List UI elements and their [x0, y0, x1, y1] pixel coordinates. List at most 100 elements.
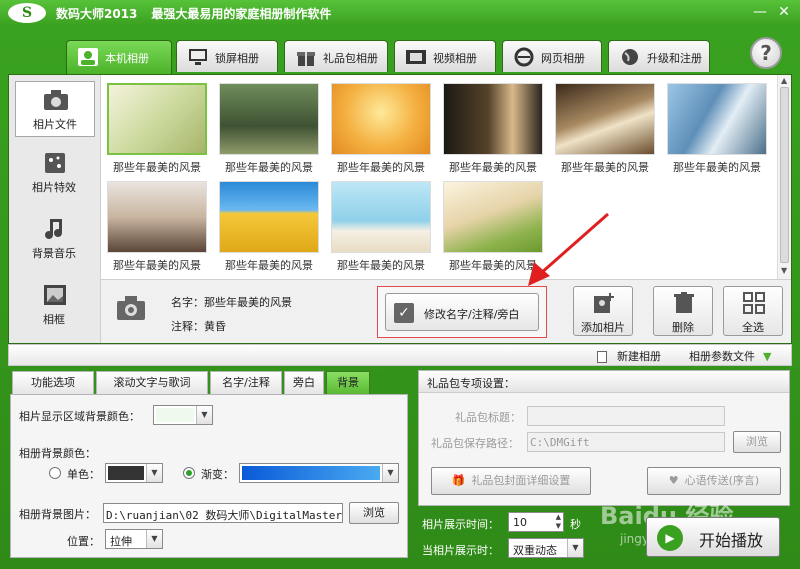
- params-label: 相册参数文件: [689, 350, 755, 363]
- heart-message-button[interactable]: ♥ 心语传送(序言): [647, 467, 781, 495]
- photo-caption: 那些年最美的风景: [113, 161, 201, 174]
- stepper-arrows-icon[interactable]: ▲ ▼: [556, 513, 561, 531]
- photo-thumb[interactable]: 那些年最美的风景: [665, 81, 769, 174]
- sidebar-item-background-music[interactable]: 背景音乐: [15, 211, 95, 267]
- gradient-color-picker[interactable]: ▼: [239, 463, 399, 483]
- new-album-button[interactable]: 新建相册: [597, 348, 661, 364]
- tab-name-note[interactable]: 名字/注释: [210, 371, 282, 395]
- photo-image: [219, 181, 319, 253]
- tab-narration[interactable]: 旁白: [284, 371, 324, 395]
- delete-button[interactable]: 删除: [653, 286, 713, 336]
- checkmark-icon: ✓: [394, 303, 414, 323]
- solid-color-picker[interactable]: ▼: [105, 463, 163, 483]
- photo-thumb[interactable]: 那些年最美的风景: [441, 81, 545, 174]
- gift-path-input[interactable]: C:\DMGift: [527, 432, 725, 452]
- dropdown-arrow-icon: ▼: [763, 350, 772, 363]
- bg-image-path-input[interactable]: D:\ruanjian\02 数码大师\DigitalMaster\B: [103, 503, 343, 523]
- tab-background[interactable]: 背景: [326, 371, 370, 395]
- album-params-dropdown[interactable]: 相册参数文件 ▼: [689, 348, 771, 364]
- app-logo: S: [8, 3, 46, 23]
- photo-image: [443, 83, 543, 155]
- gift-icon: [297, 52, 315, 66]
- solid-color-radio[interactable]: [49, 467, 61, 479]
- photo-thumb[interactable]: 那些年最美的风景: [553, 81, 657, 174]
- gallery-scrollbar[interactable]: ▲ ▼: [777, 75, 791, 279]
- sidebar-item-photo-files[interactable]: 相片文件: [15, 81, 95, 137]
- tab-lockscreen-album[interactable]: 锁屏相册: [176, 40, 278, 72]
- tab-scroll-text-lyrics[interactable]: 滚动文字与歌词: [96, 371, 208, 395]
- tab-label: 本机相册: [105, 52, 149, 65]
- new-album-label: 新建相册: [617, 350, 661, 363]
- gradient-radio[interactable]: [183, 467, 195, 479]
- photo-thumb[interactable]: 那些年最美的风景: [217, 81, 321, 174]
- tab-web-album[interactable]: 网页相册: [502, 40, 602, 72]
- tab-gift-album[interactable]: 礼品包相册: [284, 40, 388, 72]
- help-button[interactable]: ?: [750, 37, 782, 69]
- photo-caption: 那些年最美的风景: [225, 259, 313, 272]
- sidebar-item-photo-frame[interactable]: 相框: [15, 277, 95, 333]
- select-all-button[interactable]: 全选: [723, 286, 783, 336]
- photo-image: [667, 83, 767, 155]
- photo-caption: 那些年最美的风景: [225, 161, 313, 174]
- photo-name: 那些年最美的风景: [204, 296, 292, 309]
- browser-e-icon: [514, 47, 534, 67]
- grid-icon: [743, 292, 765, 314]
- photo-panel: 相片文件 相片特效 背景音乐 相框 那些年最美的风景 那些年最美的风景 那些年最…: [8, 74, 792, 344]
- gradient-swatch: [242, 466, 380, 480]
- display-bg-color-picker[interactable]: ▼: [153, 405, 213, 425]
- gift-path-label: 礼品包保存路径：: [431, 437, 519, 450]
- monitor-icon: [189, 49, 207, 65]
- photo-thumb[interactable]: 那些年最美的风景: [217, 179, 321, 272]
- sidebar-label: 背景音乐: [32, 247, 76, 260]
- transition-value: 双重动态: [513, 544, 557, 557]
- gift-settings-header: 礼品包专项设置：: [419, 371, 789, 393]
- position-select[interactable]: 拉伸 ▼: [105, 529, 163, 549]
- photo-image: [107, 83, 207, 155]
- gift-cover-settings-button[interactable]: 🎁 礼品包封面详细设置: [431, 467, 591, 495]
- gift-title-input[interactable]: [527, 406, 725, 426]
- bg-image-label: 相册背景图片：: [19, 508, 96, 521]
- transition-select[interactable]: 双重动态 ▼: [508, 538, 584, 558]
- color-swatch: [108, 466, 144, 480]
- position-label: 位置：: [67, 535, 100, 548]
- gift-path-browse-button[interactable]: 浏览: [733, 431, 781, 453]
- play-label: 开始播放: [699, 531, 764, 550]
- app-slogan: 最强大最易用的家庭相册制作软件: [151, 7, 332, 21]
- tab-video-album[interactable]: 视频相册: [394, 40, 496, 72]
- chevron-down-icon: ▼: [146, 530, 162, 548]
- scroll-down-icon[interactable]: ▼: [781, 266, 787, 275]
- app-window: S 数码大师2013 最强大最易用的家庭相册制作软件 — ✕ 本机相册 锁屏相册 …: [0, 0, 800, 569]
- photo-thumb[interactable]: 那些年最美的风景: [105, 179, 209, 272]
- seconds-unit: 秒: [570, 518, 581, 531]
- name-label: 名字：: [171, 296, 204, 309]
- photo-note-row: 注释：黄昏: [171, 318, 226, 334]
- tab-upgrade-register[interactable]: 升级和注册: [608, 40, 710, 72]
- scrollbar-thumb[interactable]: [780, 87, 789, 263]
- bg-image-browse-button[interactable]: 浏览: [349, 502, 399, 524]
- gift-icon: 🎁: [451, 474, 466, 487]
- photo-caption: 那些年最美的风景: [673, 161, 761, 174]
- sidebar-item-photo-effects[interactable]: 相片特效: [15, 145, 95, 201]
- position-value: 拉伸: [110, 535, 132, 548]
- photo-thumb[interactable]: 那些年最美的风景: [105, 81, 209, 174]
- tab-local-album[interactable]: 本机相册: [66, 40, 172, 74]
- film-icon: [406, 50, 426, 64]
- photo-note: 黄昏: [204, 320, 226, 333]
- scroll-up-icon[interactable]: ▲: [781, 76, 787, 85]
- add-photo-button[interactable]: 添加相片: [573, 286, 633, 336]
- user-photo-icon: [78, 48, 98, 66]
- close-button[interactable]: ✕: [774, 3, 794, 21]
- start-play-button[interactable]: ▶ 开始播放: [646, 517, 780, 557]
- minimize-button[interactable]: —: [750, 3, 770, 21]
- photo-time-stepper[interactable]: 10 ▲ ▼: [508, 512, 564, 532]
- display-bg-label: 相片显示区域背景颜色：: [19, 410, 140, 423]
- gradient-label: 渐变：: [201, 468, 234, 481]
- photo-info-bar: 名字：那些年最美的风景 注释：黄昏 ✓ 修改名字/注释/旁白 添加相片 删除 全…: [101, 279, 791, 343]
- photo-name-row: 名字：那些年最美的风景: [171, 294, 292, 310]
- button-label: 删除: [672, 321, 694, 334]
- photo-thumb[interactable]: 那些年最美的风景: [329, 179, 433, 272]
- background-settings-panel: 相片显示区域背景颜色： ▼ 相册背景颜色： 单色： ▼ 渐变： ▼ 相册背景图片…: [10, 394, 408, 558]
- photo-thumb[interactable]: 那些年最美的风景: [329, 81, 433, 174]
- tab-function-options[interactable]: 功能选项: [12, 371, 94, 395]
- edit-name-note-button[interactable]: ✓ 修改名字/注释/旁白: [385, 293, 539, 331]
